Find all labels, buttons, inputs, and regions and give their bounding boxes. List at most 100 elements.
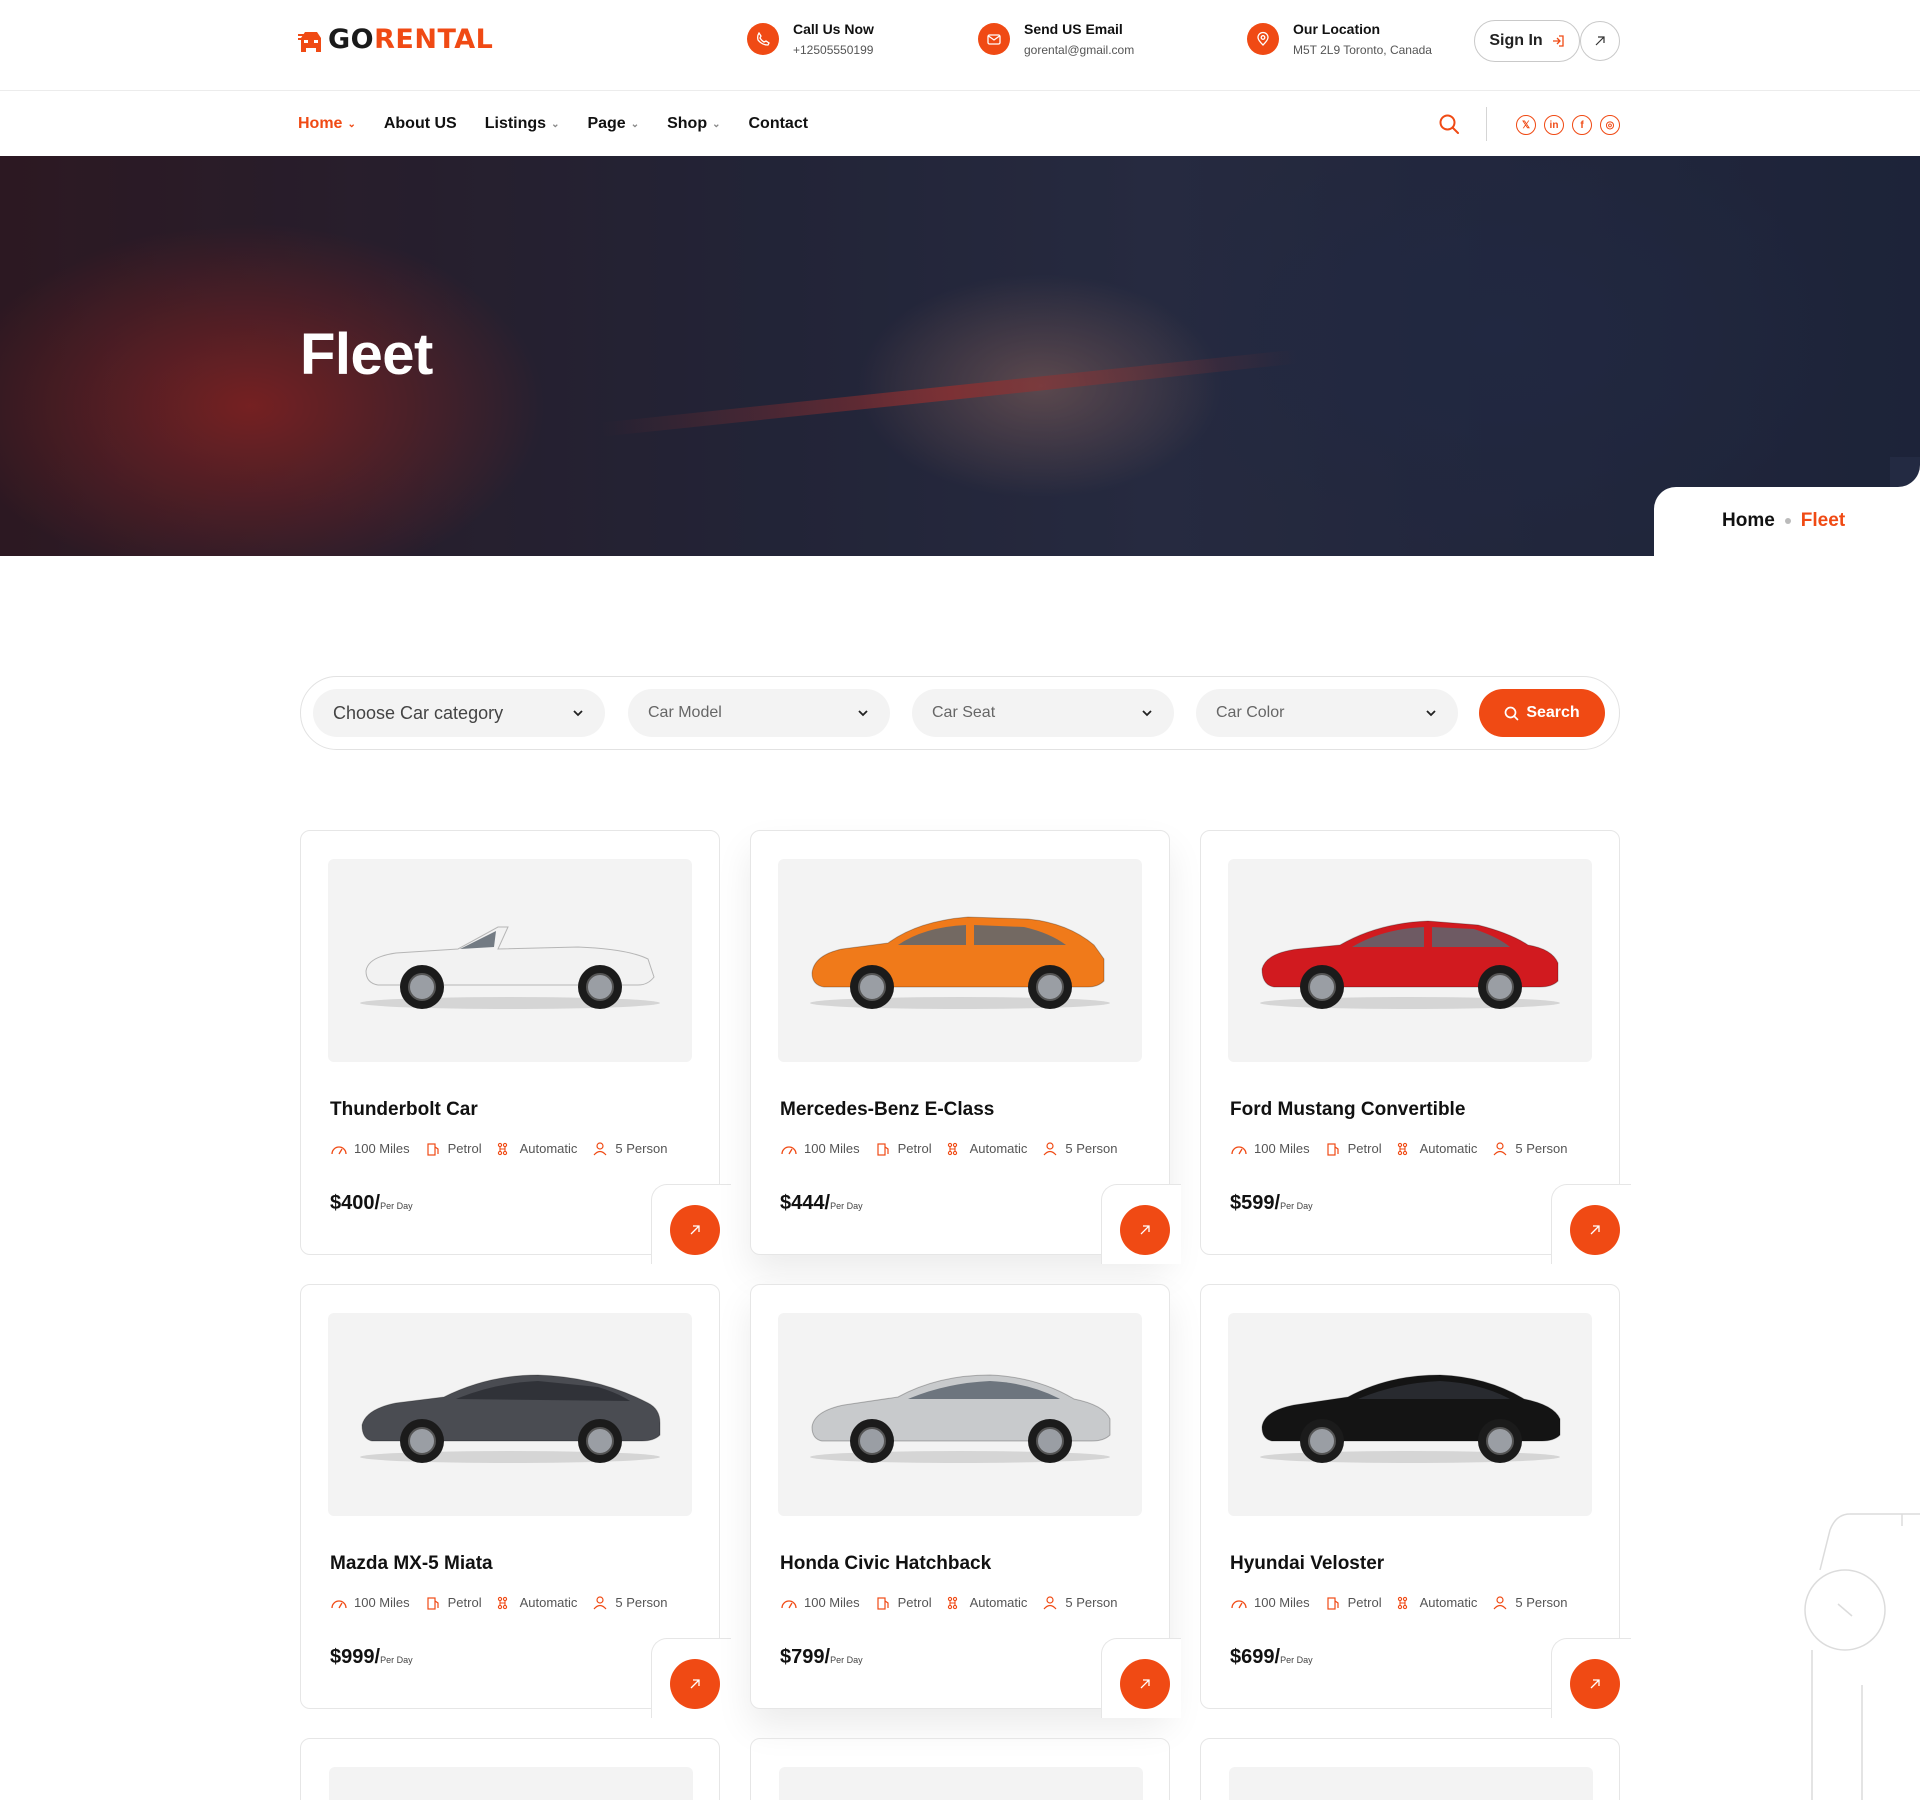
model-select-value: Car Model <box>648 704 722 721</box>
contact-phone-title: Call Us Now <box>793 21 874 37</box>
car-price: $400/Per Day <box>330 1192 413 1215</box>
view-car-button[interactable] <box>1120 1205 1170 1255</box>
car-card[interactable]: Mercedes-Benz E-Class 100 Miles Petrol A… <box>750 830 1181 1264</box>
gearbox-icon <box>1397 1142 1407 1155</box>
car-name[interactable]: Honda Civic Hatchback <box>780 1553 991 1575</box>
nav-menu: Home ⌄ About US Listings ⌄ Page ⌄ Shop ⌄ Con… <box>298 92 836 156</box>
spec-fuel: Petrol <box>874 1141 932 1156</box>
spec-seats: 5 Person <box>1491 1595 1567 1610</box>
search-icon[interactable] <box>1438 113 1460 135</box>
car-name[interactable]: Hyundai Veloster <box>1230 1553 1384 1575</box>
car-image[interactable] <box>778 859 1142 1062</box>
spec-mileage: 100 Miles <box>1230 1141 1310 1156</box>
model-select[interactable]: Car Model <box>628 689 890 737</box>
car-card[interactable]: Hyundai Veloster 100 Miles Petrol Automa… <box>1200 1284 1631 1718</box>
external-arrow-button[interactable] <box>1580 21 1620 61</box>
nav-item-page[interactable]: Page ⌄ <box>587 115 639 133</box>
gearbox-icon <box>497 1142 507 1155</box>
fuel-pump-icon <box>1327 1142 1339 1156</box>
car-name[interactable]: Mazda MX-5 Miata <box>330 1553 493 1575</box>
car-price-value: $699/ <box>1230 1646 1281 1668</box>
brand-suffix: RENTAL <box>374 24 494 55</box>
speedometer-icon <box>781 1145 797 1154</box>
person-icon <box>1043 1141 1057 1155</box>
sign-in-button[interactable]: Sign In <box>1474 20 1580 62</box>
car-image[interactable] <box>778 1313 1142 1516</box>
linkedin-icon[interactable]: in <box>1544 115 1564 135</box>
spec-seats-value: 5 Person <box>1515 1595 1568 1610</box>
car-card-partial <box>750 1738 1170 1800</box>
arrow-up-right-icon <box>1590 1225 1600 1235</box>
mail-icon <box>978 22 1010 55</box>
nav-page-label: Page <box>587 115 626 132</box>
brand-name: GORENTAL <box>328 24 493 55</box>
spec-fuel: Petrol <box>424 1595 482 1610</box>
nav-item-about[interactable]: About US <box>384 115 457 133</box>
per-day-label: Per Day <box>380 1201 413 1211</box>
car-card[interactable]: Honda Civic Hatchback 100 Miles Petrol A… <box>750 1284 1181 1718</box>
car-image[interactable] <box>328 859 692 1062</box>
chevron-down-icon: ⌄ <box>712 118 721 130</box>
chevron-down-icon <box>573 710 583 717</box>
car-specs: 100 Miles Petrol Automatic 5 Person <box>780 1141 1131 1156</box>
instagram-icon[interactable]: ◎ <box>1600 115 1620 135</box>
x-twitter-icon[interactable]: 𝕏 <box>1516 115 1536 135</box>
search-button[interactable]: Search <box>1479 689 1605 737</box>
contact-email[interactable]: Send US Email gorental@gmail.com <box>978 20 1134 57</box>
nav-item-home[interactable]: Home ⌄ <box>298 115 356 133</box>
spec-seats: 5 Person <box>1041 1595 1117 1610</box>
contact-location-title: Our Location <box>1293 21 1381 37</box>
person-icon <box>1043 1595 1057 1609</box>
car-image[interactable] <box>1228 859 1592 1062</box>
view-car-button[interactable] <box>1570 1659 1620 1709</box>
contact-location[interactable]: Our Location M5T 2L9 Toronto, Canada <box>1247 20 1432 57</box>
color-select-value: Car Color <box>1216 704 1285 721</box>
person-icon <box>593 1141 607 1155</box>
category-select[interactable]: Choose Car category <box>313 689 605 737</box>
car-image[interactable] <box>1228 1313 1592 1516</box>
car-card[interactable]: Mazda MX-5 Miata 100 Miles Petrol Automa… <box>300 1284 731 1718</box>
car-price-value: $999/ <box>330 1646 381 1668</box>
nav-item-shop[interactable]: Shop ⌄ <box>667 115 720 133</box>
car-name[interactable]: Thunderbolt Car <box>330 1099 478 1121</box>
spec-mileage: 100 Miles <box>780 1141 860 1156</box>
spec-transmission: Automatic <box>1396 1595 1477 1610</box>
spec-mileage-value: 100 Miles <box>354 1141 410 1156</box>
car-price: $444/Per Day <box>780 1192 863 1215</box>
nav-item-listings[interactable]: Listings ⌄ <box>485 115 560 133</box>
car-name[interactable]: Mercedes-Benz E-Class <box>780 1099 994 1121</box>
breadcrumb-current: Fleet <box>1800 510 1846 531</box>
seat-select[interactable]: Car Seat <box>912 689 1174 737</box>
chevron-down-icon: ⌄ <box>630 118 640 130</box>
view-car-button[interactable] <box>1570 1205 1620 1255</box>
spec-mileage-value: 100 Miles <box>1254 1141 1310 1156</box>
brand-logo[interactable]: GORENTAL <box>298 24 493 55</box>
arrow-up-right-icon <box>690 1679 700 1689</box>
breadcrumb-home-link[interactable]: Home <box>1722 510 1775 532</box>
chevron-down-icon: ⌄ <box>551 118 560 130</box>
spec-transmission-value: Automatic <box>519 1141 578 1156</box>
spec-seats: 5 Person <box>591 1595 667 1610</box>
spec-fuel: Petrol <box>1324 1141 1382 1156</box>
car-image[interactable] <box>328 1313 692 1516</box>
fuel-pump-icon <box>877 1142 889 1156</box>
person-icon <box>593 1595 607 1609</box>
view-car-button[interactable] <box>670 1659 720 1709</box>
nav-shop-label: Shop <box>667 115 708 132</box>
brand-prefix: GO <box>328 24 375 55</box>
phone-icon <box>747 22 779 55</box>
breadcrumb: Home Fleet <box>1722 510 1845 532</box>
facebook-icon[interactable]: f <box>1572 115 1592 135</box>
fuel-pump-icon <box>877 1596 889 1610</box>
car-name[interactable]: Ford Mustang Convertible <box>1230 1099 1465 1121</box>
car-card[interactable]: Ford Mustang Convertible 100 Miles Petro… <box>1200 830 1631 1264</box>
contact-phone[interactable]: Call Us Now +12505550199 <box>747 20 874 57</box>
nav-home-label: Home <box>298 115 343 132</box>
view-car-button[interactable] <box>670 1205 720 1255</box>
car-illustration <box>1260 1374 1561 1463</box>
view-car-button[interactable] <box>1120 1659 1170 1709</box>
fuel-pump-icon <box>427 1596 439 1610</box>
nav-item-contact[interactable]: Contact <box>748 115 808 133</box>
color-select[interactable]: Car Color <box>1196 689 1458 737</box>
car-card[interactable]: Thunderbolt Car 100 Miles Petrol Automat… <box>300 830 731 1264</box>
